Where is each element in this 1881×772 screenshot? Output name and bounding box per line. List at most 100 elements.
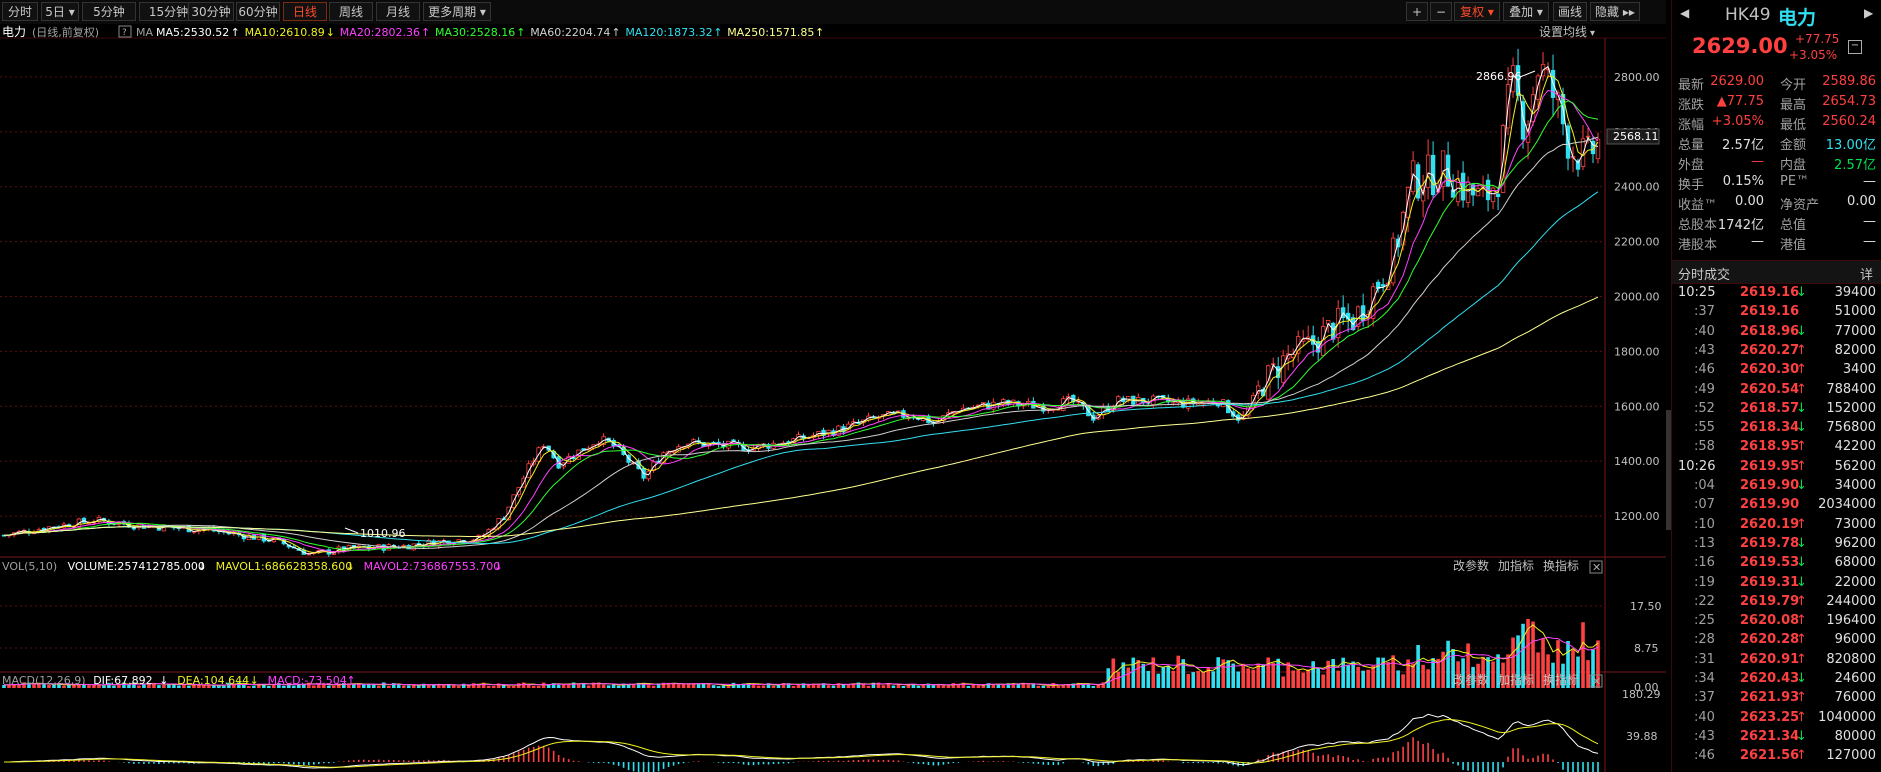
volume-bar: [806, 684, 811, 688]
price-tick-label: 2400.00: [1614, 181, 1660, 194]
trade-time: :43: [1694, 728, 1715, 744]
volume-bar: [1416, 645, 1420, 688]
volume-bar: [1276, 658, 1281, 688]
stock-name-label: 电力: [2, 25, 26, 39]
volume-bar: [1201, 671, 1206, 688]
volume-bar: [536, 685, 541, 688]
ma-prefix-label: MA: [136, 26, 153, 39]
trend-arrow-icon: ↑: [611, 26, 620, 39]
trade-time: :49: [1694, 381, 1715, 397]
volume-bar: [901, 685, 906, 688]
volume-bar: [1281, 676, 1285, 688]
volume-bar: [1091, 686, 1096, 688]
trade-price: 2619.78: [1740, 535, 1800, 551]
quote-field-value: 2629.00: [1710, 74, 1764, 89]
quote-field-row: 总股本 1742亿 总值 —: [1672, 213, 1881, 233]
trade-row: :07 2619.90 2034000: [1672, 496, 1881, 515]
period-tab-intraday[interactable]: 分时: [2, 2, 38, 21]
trade-volume: 76000: [1834, 690, 1876, 706]
volume-bar: [771, 685, 776, 688]
volume-bar: [1161, 666, 1166, 688]
macd-switch-indicator-button[interactable]: 换指标: [1543, 672, 1579, 687]
macd-edit-params-button[interactable]: 改参数: [1453, 672, 1489, 687]
indicator-legend-item: DIF:67.892: [93, 674, 152, 687]
ma-legend-item: MA5:2530.52: [156, 26, 229, 39]
period-tab-monthly[interactable]: 月线: [376, 2, 420, 21]
period-tab-weekly[interactable]: 周线: [329, 2, 373, 21]
trend-arrow-icon: ↓: [346, 560, 355, 573]
vol-switch-indicator-button[interactable]: 换指标: [1543, 558, 1579, 573]
trade-volume: 42200: [1834, 439, 1876, 455]
next-stock-icon[interactable]: ▶: [1864, 6, 1873, 20]
quote-field-value: 2654.73: [1822, 94, 1876, 109]
arrow-down-icon: ↓: [1796, 420, 1807, 436]
double-chevron-right-icon: ▸▸: [1622, 5, 1635, 19]
period-tab-daily[interactable]: 日线: [283, 2, 327, 21]
vol-tick-top: 17.50: [1630, 600, 1662, 613]
trade-price: 2620.27: [1740, 342, 1800, 358]
period-tab-5day[interactable]: 5日 ▾: [41, 2, 79, 21]
trade-volume: 96000: [1834, 632, 1876, 648]
quote-field-row: 外盘 — 内盘 2.57亿: [1672, 153, 1881, 173]
volume-bar: [1536, 652, 1540, 688]
period-tab-30min[interactable]: 30分钟: [188, 2, 234, 21]
volume-bar: [1301, 672, 1305, 688]
arrow-up-icon: ↑: [1796, 709, 1807, 725]
volume-bar: [1171, 670, 1176, 688]
volume-bar: [866, 685, 871, 688]
volume-legend: VOL(5,10) VOLUME:257412785.000↓ MAVOL1:686…: [2, 560, 503, 573]
ma-settings-button[interactable]: 设置均线: [1539, 25, 1587, 39]
quote-field-label: 总量: [1678, 138, 1705, 153]
trade-price: 2619.53: [1740, 555, 1800, 571]
hide-panel-button[interactable]: 隐藏 ▸▸: [1590, 2, 1640, 21]
arrow-down-icon: ↓: [1796, 478, 1807, 493]
zoom-in-button[interactable]: +: [1406, 2, 1428, 21]
volume-bar: [721, 685, 726, 688]
price-tick-label: 1200.00: [1614, 510, 1660, 523]
trades-list[interactable]: 10:25 2619.16 ↓ 39400:37 2619.16 51000:40 2618…: [1672, 284, 1881, 772]
volume-bar: [491, 686, 496, 688]
vol-edit-params-button[interactable]: 改参数: [1453, 558, 1489, 573]
quote-field-value: +3.05%: [1711, 114, 1764, 129]
volume-bar: [736, 684, 741, 688]
macd-add-indicator-button[interactable]: 加指标: [1498, 672, 1534, 687]
volume-bar: [1136, 660, 1141, 688]
volume-bar: [1126, 667, 1131, 688]
trade-volume: 3400: [1842, 362, 1876, 378]
vol-add-indicator-button[interactable]: 加指标: [1498, 558, 1534, 573]
trade-time: :40: [1694, 709, 1715, 725]
quote-field-value: 0.00: [1735, 194, 1764, 209]
more-periods-dropdown[interactable]: 更多周期 ▾: [423, 2, 491, 21]
kline-chart-area[interactable]: 电力 (日线,前复权) ? MA MA5:2530.52 ↑ MA10:2610.8…: [0, 24, 1666, 772]
overlay-dropdown[interactable]: 叠加 ▾: [1503, 2, 1549, 21]
trade-row: :13 2619.78 ↓ 96200: [1672, 535, 1881, 554]
minimize-button[interactable]: −: [1848, 40, 1862, 54]
arrow-down-icon: ↓: [1796, 285, 1807, 300]
draw-lines-button[interactable]: 画线: [1553, 2, 1587, 21]
trade-row: 10:26 2619.95 ↑ 56200: [1672, 458, 1881, 477]
trade-volume: 96200: [1834, 535, 1876, 551]
adjust-dropdown[interactable]: 复权 ▾: [1454, 2, 1500, 21]
ma-legend-item: MA10:2610.89: [245, 26, 325, 39]
low-price-annotation: 1010.96: [360, 527, 406, 540]
zoom-out-button[interactable]: −: [1430, 2, 1452, 21]
trade-volume: 39400: [1834, 285, 1876, 300]
trade-time: :37: [1694, 304, 1715, 320]
volume-bar: [891, 685, 896, 688]
quote-field-label: 收益™: [1678, 198, 1718, 213]
trade-volume: 22000: [1834, 574, 1876, 590]
indicator-legend-item: MACD(12,26,9): [2, 674, 86, 687]
volume-bar: [756, 685, 761, 688]
prev-stock-icon[interactable]: ◀: [1680, 6, 1689, 20]
quote-field-value: 2.57亿: [1834, 158, 1876, 173]
arrow-down-icon: ↓: [1796, 323, 1807, 339]
volume-bar: [606, 685, 611, 688]
volume-bar: [1231, 663, 1236, 688]
trade-row: :37 2619.16 51000: [1672, 303, 1881, 322]
quote-field-label: 外盘: [1678, 158, 1705, 173]
trades-detail-button[interactable]: 详: [1860, 264, 1873, 283]
period-tab-60min[interactable]: 60分钟: [236, 2, 280, 21]
ma-legend-item: MA30:2528.16: [435, 26, 515, 39]
period-tab-5min[interactable]: 5分钟: [82, 2, 136, 21]
trade-time: :40: [1694, 323, 1715, 339]
